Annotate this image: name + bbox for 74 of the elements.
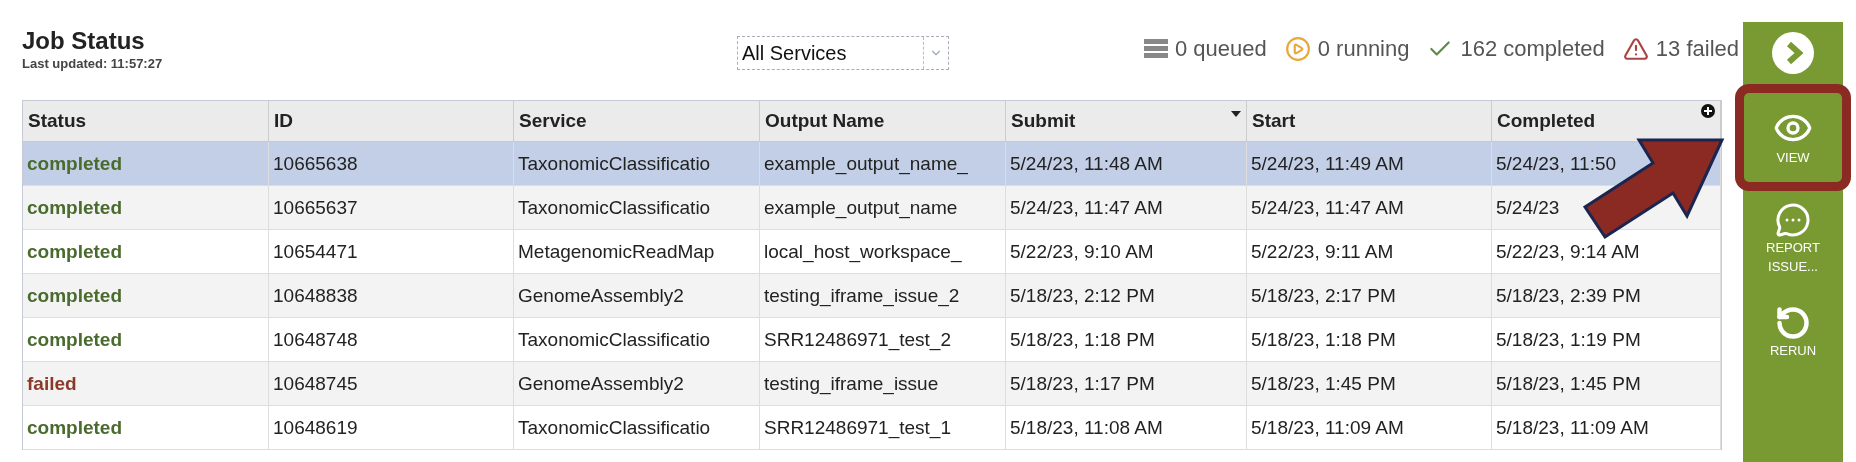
table-cell: 5/24/23, 11:48 AM [1006,142,1247,185]
status-cell: completed [23,230,269,273]
table-cell: testing_iframe_issue [760,362,1006,405]
column-header[interactable]: Start [1247,101,1492,141]
play-icon [1284,36,1311,62]
table-cell: 5/18/23, 1:17 PM [1006,362,1247,405]
table-cell: 10648748 [269,318,514,361]
table-cell: 5/18/23, 1:45 PM [1492,362,1721,405]
status-cell: completed [23,274,269,317]
table-row[interactable]: completed 10665638 TaxonomicClassificatio example_output_name_ 5/24/23, 11:48 AM 5/24/23, 11:49 AM 5/24/23, 11:50 [23,142,1721,186]
status-cell: completed [23,186,269,229]
table-cell: 5/18/23, 11:09 AM [1247,406,1492,449]
column-header[interactable]: Submit [1006,101,1247,141]
add-column-icon[interactable] [1701,104,1715,118]
column-header[interactable]: Service [514,101,760,141]
service-dropdown[interactable]: All Services [737,36,949,70]
table-cell: 5/24/23, 11:49 AM [1247,142,1492,185]
table-cell: testing_iframe_issue_2 [760,274,1006,317]
table-cell: 5/18/23, 11:09 AM [1492,406,1721,449]
table-cell: 5/18/23, 11:08 AM [1006,406,1247,449]
last-updated: Last updated: 11:57:27 [22,56,164,71]
table-cell: TaxonomicClassificatio [514,186,760,229]
page-title: Job Status [22,28,146,54]
table-cell: 5/18/23, 2:17 PM [1247,274,1492,317]
column-header[interactable]: Output Name [760,101,1006,141]
column-header[interactable]: Status [23,101,269,141]
table-row[interactable]: failed 10648745 GenomeAssembly2 testing_iframe_issue 5/18/23, 1:17 PM 5/18/23, 1:45 PM 5/18/23, 1:45 PM [23,362,1721,406]
status-cell: completed [23,142,269,185]
table-cell: SRR12486971_test_2 [760,318,1006,361]
status-cell: completed [23,406,269,449]
table-cell: 10665638 [269,142,514,185]
table-cell: example_output_name_ [760,142,1006,185]
count-label: 13 failed [1655,36,1739,62]
table-cell: SRR12486971_test_1 [760,406,1006,449]
table-cell: 5/18/23, 1:19 PM [1492,318,1721,361]
table-cell: 5/18/23, 1:18 PM [1247,318,1492,361]
speech-bubble-icon [1775,202,1811,238]
table-row[interactable]: completed 10654471 MetagenomicReadMap local_host_workspace_ 5/22/23, 9:10 AM 5/22/23, 9:11 AM 5/22/23, 9:14 AM [23,230,1721,274]
table-cell: TaxonomicClassificatio [514,406,760,449]
count-label: 162 completed [1460,36,1605,62]
table-cell: local_host_workspace_ [760,230,1006,273]
table-cell: 5/18/23, 1:18 PM [1006,318,1247,361]
table-cell: TaxonomicClassificatio [514,142,760,185]
table-cell: 10665637 [269,186,514,229]
table-row[interactable]: completed 10648838 GenomeAssembly2 testing_iframe_issue_2 5/18/23, 2:12 PM 5/18/23, 2:17 PM 5/18/23, 2:39 PM [23,274,1721,318]
count-label: 0 running [1317,36,1410,62]
rerun-icon [1775,304,1811,341]
count-label: 0 queued [1174,36,1267,62]
table-cell: TaxonomicClassificatio [514,318,760,361]
table-cell: GenomeAssembly2 [514,362,760,405]
sort-caret-icon [1231,111,1241,117]
stack-icon [1143,39,1168,59]
table-cell: 10654471 [269,230,514,273]
warning-icon [1622,36,1649,62]
table-cell: 5/18/23, 1:45 PM [1247,362,1492,405]
table-cell: 5/24/23, 11:47 AM [1247,186,1492,229]
chevron-icon [1772,32,1814,74]
table-cell: 5/18/23, 2:39 PM [1492,274,1721,317]
column-header[interactable]: ID [269,101,514,141]
status-cell: completed [23,318,269,361]
table-cell: 10648838 [269,274,514,317]
table-cell: 5/24/23, 11:47 AM [1006,186,1247,229]
status-cell: failed [23,362,269,405]
table-cell: 10648619 [269,406,514,449]
table-cell: 5/22/23, 9:10 AM [1006,230,1247,273]
table-cell: GenomeAssembly2 [514,274,760,317]
table-row[interactable]: completed 10648748 TaxonomicClassificatio SRR12486971_test_2 5/18/23, 1:18 PM 5/18/23, 1:18 PM 5/18/23, 1:19 PM [23,318,1721,362]
table-cell: example_output_name [760,186,1006,229]
table-cell: 5/22/23, 9:11 AM [1247,230,1492,273]
table-row[interactable]: completed 10648619 TaxonomicClassificatio SRR12486971_test_1 5/18/23, 11:08 AM 5/18/23, 11:09 AM 5/18/23, 11:09 AM [23,406,1721,450]
table-cell: 10648745 [269,362,514,405]
table-cell: MetagenomicReadMap [514,230,760,273]
table-cell: 5/18/23, 2:12 PM [1006,274,1247,317]
table-row[interactable]: completed 10665637 TaxonomicClassificatio example_output_name 5/24/23, 11:47 AM 5/24/23, 11:47 AM 5/24/23 [23,186,1721,230]
